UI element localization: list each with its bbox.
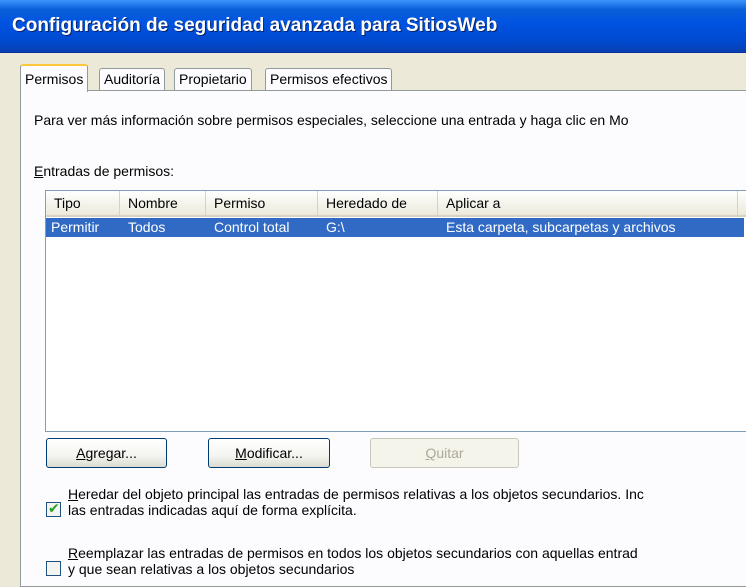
title-bar[interactable]: Configuración de seguridad avanzada para…	[0, 0, 746, 53]
list-header: Tipo Nombre Permiso Heredado de Aplicar …	[46, 191, 746, 217]
remove-button-label: uitar	[436, 445, 464, 461]
tab-auditoria[interactable]: Auditoría	[99, 68, 166, 90]
cell-tipo: Permitir	[51, 219, 100, 235]
check-icon: ✔	[48, 500, 60, 516]
inherit-label-line2: las entradas indicadas aquí de forma exp…	[68, 502, 357, 518]
replace-label-rest: eemplazar las entradas de permisos en to…	[78, 545, 638, 561]
edit-button-label: odificar...	[246, 445, 303, 461]
column-header-heredado[interactable]: Heredado de	[318, 191, 438, 215]
entries-label: Entradas de permisos:	[34, 163, 174, 179]
add-button[interactable]: Agregar...	[46, 438, 167, 468]
inherit-checkbox[interactable]: ✔	[46, 500, 61, 517]
tab-permisos[interactable]: Permisos	[20, 64, 89, 92]
entries-label-rest: ntradas de permisos:	[43, 163, 175, 179]
cell-aplicar: Esta carpeta, subcarpetas y archivos	[446, 219, 676, 235]
add-button-label: gregar...	[85, 445, 137, 461]
edit-button[interactable]: Modificar...	[208, 438, 330, 468]
inherit-checkbox-label[interactable]: Heredar del objeto principal las entrada…	[68, 486, 644, 518]
permissions-list[interactable]: Tipo Nombre Permiso Heredado de Aplicar …	[45, 190, 746, 432]
replace-label-line2: y que sean relativas a los objetos secun…	[68, 561, 355, 577]
window-title: Configuración de seguridad avanzada para…	[12, 15, 498, 36]
replace-checkbox[interactable]	[46, 561, 61, 576]
edit-button-mnemonic: M	[235, 445, 247, 461]
table-row[interactable]: Permitir Todos Control total G:\ Esta ca…	[46, 218, 744, 237]
column-header-permiso[interactable]: Permiso	[206, 191, 318, 215]
replace-checkbox-label[interactable]: Reemplazar las entradas de permisos en t…	[68, 545, 638, 577]
replace-label-mnemonic: R	[68, 545, 79, 561]
inherit-label-line1: Heredar del objeto principal las entrada…	[68, 486, 644, 502]
remove-button-mnemonic: Q	[425, 445, 437, 461]
inherit-label-mnemonic: H	[68, 486, 79, 502]
tab-permisos-efectivos[interactable]: Permisos efectivos	[265, 68, 393, 90]
remove-button[interactable]: Quitar	[370, 438, 519, 468]
tab-propietario[interactable]: Propietario	[174, 68, 252, 90]
info-text: Para ver más información sobre permisos …	[34, 112, 629, 128]
replace-label-line1: Reemplazar las entradas de permisos en t…	[68, 545, 638, 561]
inherit-label-rest: eredar del objeto principal las entradas…	[78, 486, 644, 502]
cell-heredado: G:\	[326, 219, 345, 235]
column-header-nombre[interactable]: Nombre	[120, 191, 206, 215]
cell-nombre: Todos	[128, 219, 166, 235]
entries-label-mnemonic: E	[34, 163, 44, 179]
column-header-aplicar[interactable]: Aplicar a	[438, 191, 738, 215]
column-header-tipo[interactable]: Tipo	[46, 191, 120, 215]
cell-permiso: Control total	[214, 219, 290, 235]
